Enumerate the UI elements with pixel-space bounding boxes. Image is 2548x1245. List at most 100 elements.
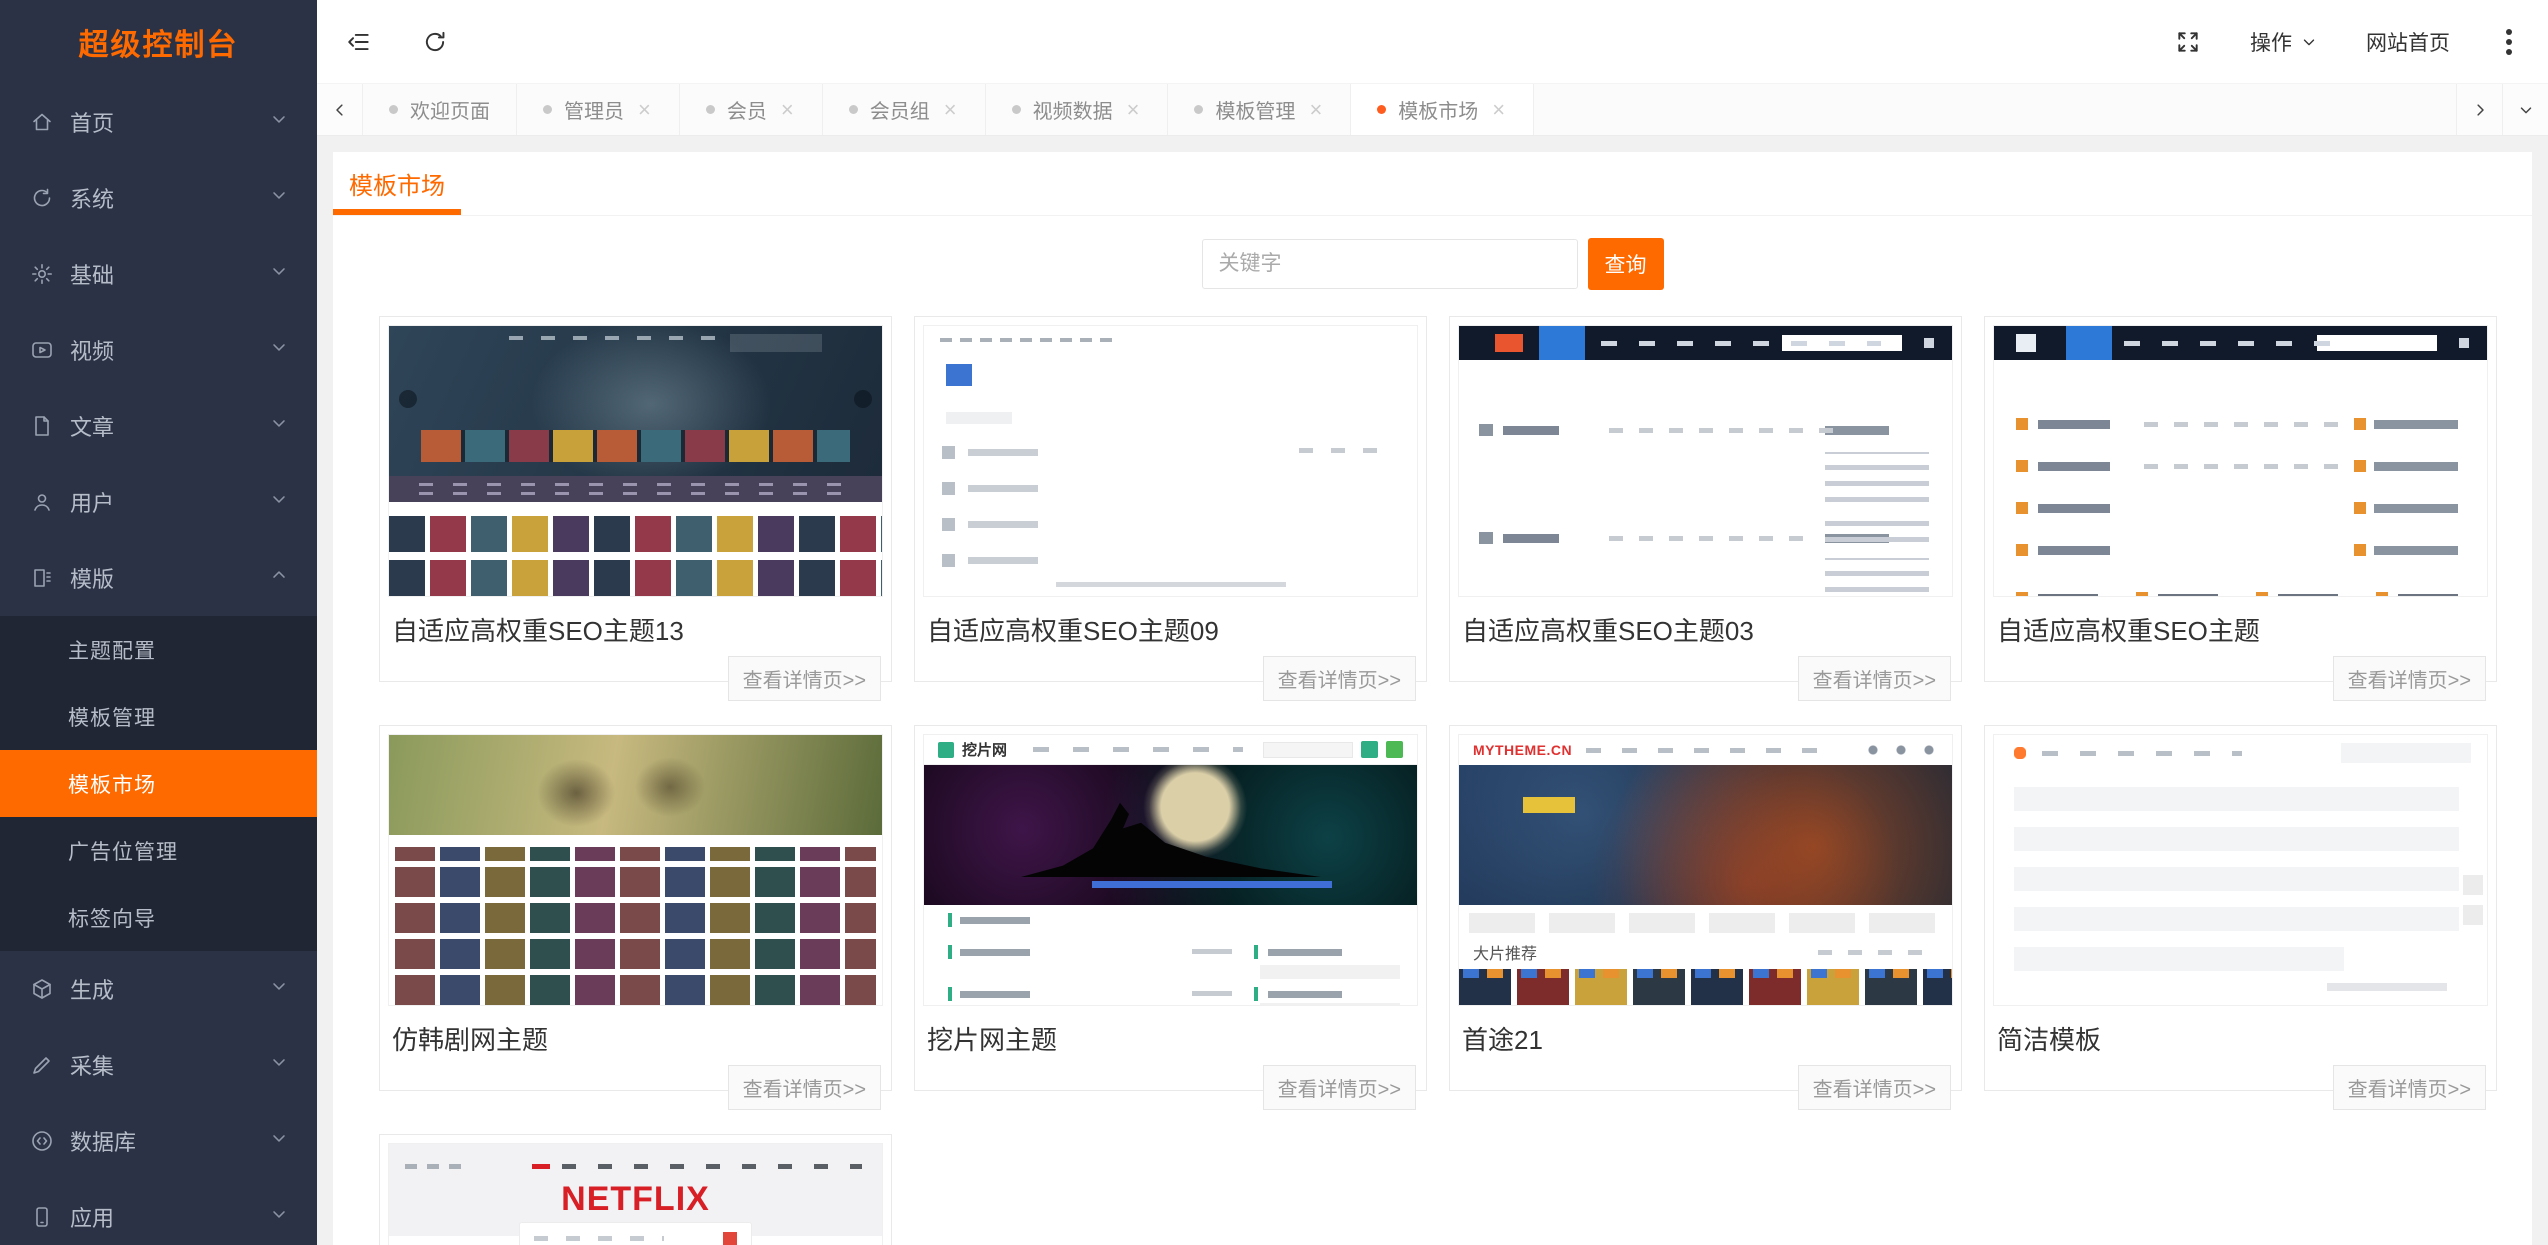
view-detail-button[interactable]: 查看详情页>>	[1798, 656, 1951, 701]
tab-label: 模板管理	[1215, 95, 1295, 124]
view-detail-button[interactable]: 查看详情页>>	[1263, 656, 1416, 701]
template-submenu: 主题配置 模板管理 模板市场 广告位管理 标签向导	[0, 616, 317, 951]
sidebar-item-basic[interactable]: 基础	[0, 236, 317, 312]
template-thumbnail	[388, 325, 883, 597]
thumb-section-head: 大片推荐	[1473, 941, 1938, 963]
template-card: MYTHEME.CN 大片推荐 首途21 查看详情页>>	[1449, 725, 1962, 1091]
tab-label: 模板市场	[1398, 95, 1478, 124]
sidebar-item-label: 生成	[70, 973, 114, 1005]
kebab-menu-icon[interactable]	[2506, 39, 2512, 45]
submenu-item-template-market[interactable]: 模板市场	[0, 750, 317, 817]
chevron-down-icon	[269, 109, 289, 135]
sidebar-item-collect[interactable]: 采集	[0, 1027, 317, 1103]
logo-square-icon	[938, 742, 954, 758]
thumb-sections	[924, 905, 1417, 1005]
template-thumbnail	[923, 325, 1418, 597]
tab-label: 会员	[727, 95, 767, 124]
sidebar-item-user[interactable]: 用户	[0, 464, 317, 540]
close-icon[interactable]: ×	[1490, 97, 1507, 123]
close-icon[interactable]: ×	[636, 97, 653, 123]
tab-dot	[1012, 105, 1021, 114]
view-detail-button[interactable]: 查看详情页>>	[1798, 1065, 1951, 1110]
chevron-down-icon	[269, 976, 289, 1002]
submenu-item-ad-manage[interactable]: 广告位管理	[0, 817, 317, 884]
tab-template-manage[interactable]: 模板管理 ×	[1168, 84, 1351, 135]
app-button-icon	[1386, 741, 1403, 758]
tabs-scroll-right[interactable]	[2456, 84, 2502, 135]
sidebar-item-label: 用户	[70, 486, 114, 518]
sidebar-item-generate[interactable]: 生成	[0, 951, 317, 1027]
thumb-navbar: MYTHEME.CN	[1459, 735, 1952, 765]
chevron-down-icon	[269, 1052, 289, 1078]
tab-member-group[interactable]: 会员组 ×	[823, 84, 986, 135]
sidebar-item-app[interactable]: 应用	[0, 1179, 317, 1245]
sidebar-item-database[interactable]: 数据库	[0, 1103, 317, 1179]
site-home-link[interactable]: 网站首页	[2366, 27, 2450, 57]
template-title: 简洁模板	[1997, 1020, 2484, 1057]
view-detail-button[interactable]: 查看详情页>>	[728, 1065, 881, 1110]
template-title: 挖片网主题	[927, 1020, 1414, 1057]
sidebar-item-video[interactable]: 视频	[0, 312, 317, 388]
template-card: 自适应高权重SEO主题13 查看详情页>>	[379, 316, 892, 682]
tab-dot	[1194, 105, 1203, 114]
template-thumbnail	[1993, 734, 2488, 1006]
system-icon	[30, 186, 54, 210]
collapse-menu-icon[interactable]	[345, 28, 373, 56]
tab-member[interactable]: 会员 ×	[680, 84, 823, 135]
tabbar: 欢迎页面 管理员× 会员 × 会员组 × 视频数据× 模板管理 × 模板市场 ×	[317, 84, 2548, 136]
view-detail-button[interactable]: 查看详情页>>	[1263, 1065, 1416, 1110]
view-detail-button[interactable]: 查看详情页>>	[2333, 1065, 2486, 1110]
cube-icon	[30, 977, 54, 1001]
thumb-poster-grid	[389, 508, 882, 596]
fullscreen-icon[interactable]	[2174, 28, 2202, 56]
tabs-menu-dropdown[interactable]	[2502, 84, 2548, 135]
thumb-navbar	[1994, 326, 2487, 360]
panel-tab-template-market[interactable]: 模板市场	[333, 152, 461, 215]
search-input[interactable]	[1202, 239, 1578, 289]
operate-dropdown[interactable]: 操作	[2250, 27, 2318, 57]
close-icon[interactable]: ×	[1125, 97, 1142, 123]
query-button[interactable]: 查询	[1588, 238, 1664, 290]
close-icon[interactable]: ×	[779, 97, 796, 123]
tab-template-market[interactable]: 模板市场 ×	[1351, 84, 1534, 135]
tab-welcome[interactable]: 欢迎页面	[363, 84, 517, 135]
link-row: 查看详情页>>	[1458, 656, 1953, 701]
tab-label: 会员组	[870, 95, 930, 124]
template-card: 自适应高权重SEO主题09 查看详情页>>	[914, 316, 1427, 682]
sidebar-item-label: 模版	[70, 562, 114, 594]
sidebar-item-system[interactable]: 系统	[0, 160, 317, 236]
sidebar-item-template[interactable]: 模版	[0, 540, 317, 616]
submenu-item-template-manage[interactable]: 模板管理	[0, 683, 317, 750]
sidebar-item-article[interactable]: 文章	[0, 388, 317, 464]
nav-icons-placeholder	[1868, 745, 1938, 755]
submenu-label: 模板管理	[68, 702, 156, 732]
thumb-subnav	[389, 476, 882, 502]
tab-admin[interactable]: 管理员×	[517, 84, 680, 135]
thumb-poster-grid	[395, 847, 876, 1005]
submenu-label: 主题配置	[68, 635, 156, 665]
nav-links-placeholder	[1033, 747, 1243, 752]
view-detail-button[interactable]: 查看详情页>>	[728, 656, 881, 701]
content-area: 模板市场 查询 自适应高权重SEO主题13	[317, 136, 2548, 1245]
link-row: 查看详情页>>	[388, 656, 883, 701]
submenu-item-theme-config[interactable]: 主题配置	[0, 616, 317, 683]
close-icon[interactable]: ×	[942, 97, 959, 123]
chevron-down-icon	[269, 185, 289, 211]
user-icon	[30, 490, 54, 514]
sidebar-item-label: 系统	[70, 182, 114, 214]
tabs-scroll-left[interactable]	[317, 84, 363, 135]
view-detail-button[interactable]: 查看详情页>>	[2333, 656, 2486, 701]
submenu-item-tag-wizard[interactable]: 标签向导	[0, 884, 317, 951]
chevron-down-icon	[269, 337, 289, 363]
thumb-site-logo: 挖片网	[962, 739, 1007, 760]
template-thumbnail	[1993, 325, 2488, 597]
refresh-icon[interactable]	[421, 28, 449, 56]
template-thumbnail: NETFLIX	[388, 1143, 883, 1245]
thumb-navbar: 挖片网	[924, 735, 1417, 765]
chevron-down-icon	[269, 1204, 289, 1230]
close-icon[interactable]: ×	[1307, 97, 1324, 123]
sidebar: 超级控制台 首页 系统 基础 视频 文章 用户 模版 主题配置 模板管理 模板市…	[0, 0, 317, 1245]
sidebar-item-home[interactable]: 首页	[0, 84, 317, 160]
tab-video-data[interactable]: 视频数据×	[986, 84, 1169, 135]
template-icon	[30, 566, 54, 590]
